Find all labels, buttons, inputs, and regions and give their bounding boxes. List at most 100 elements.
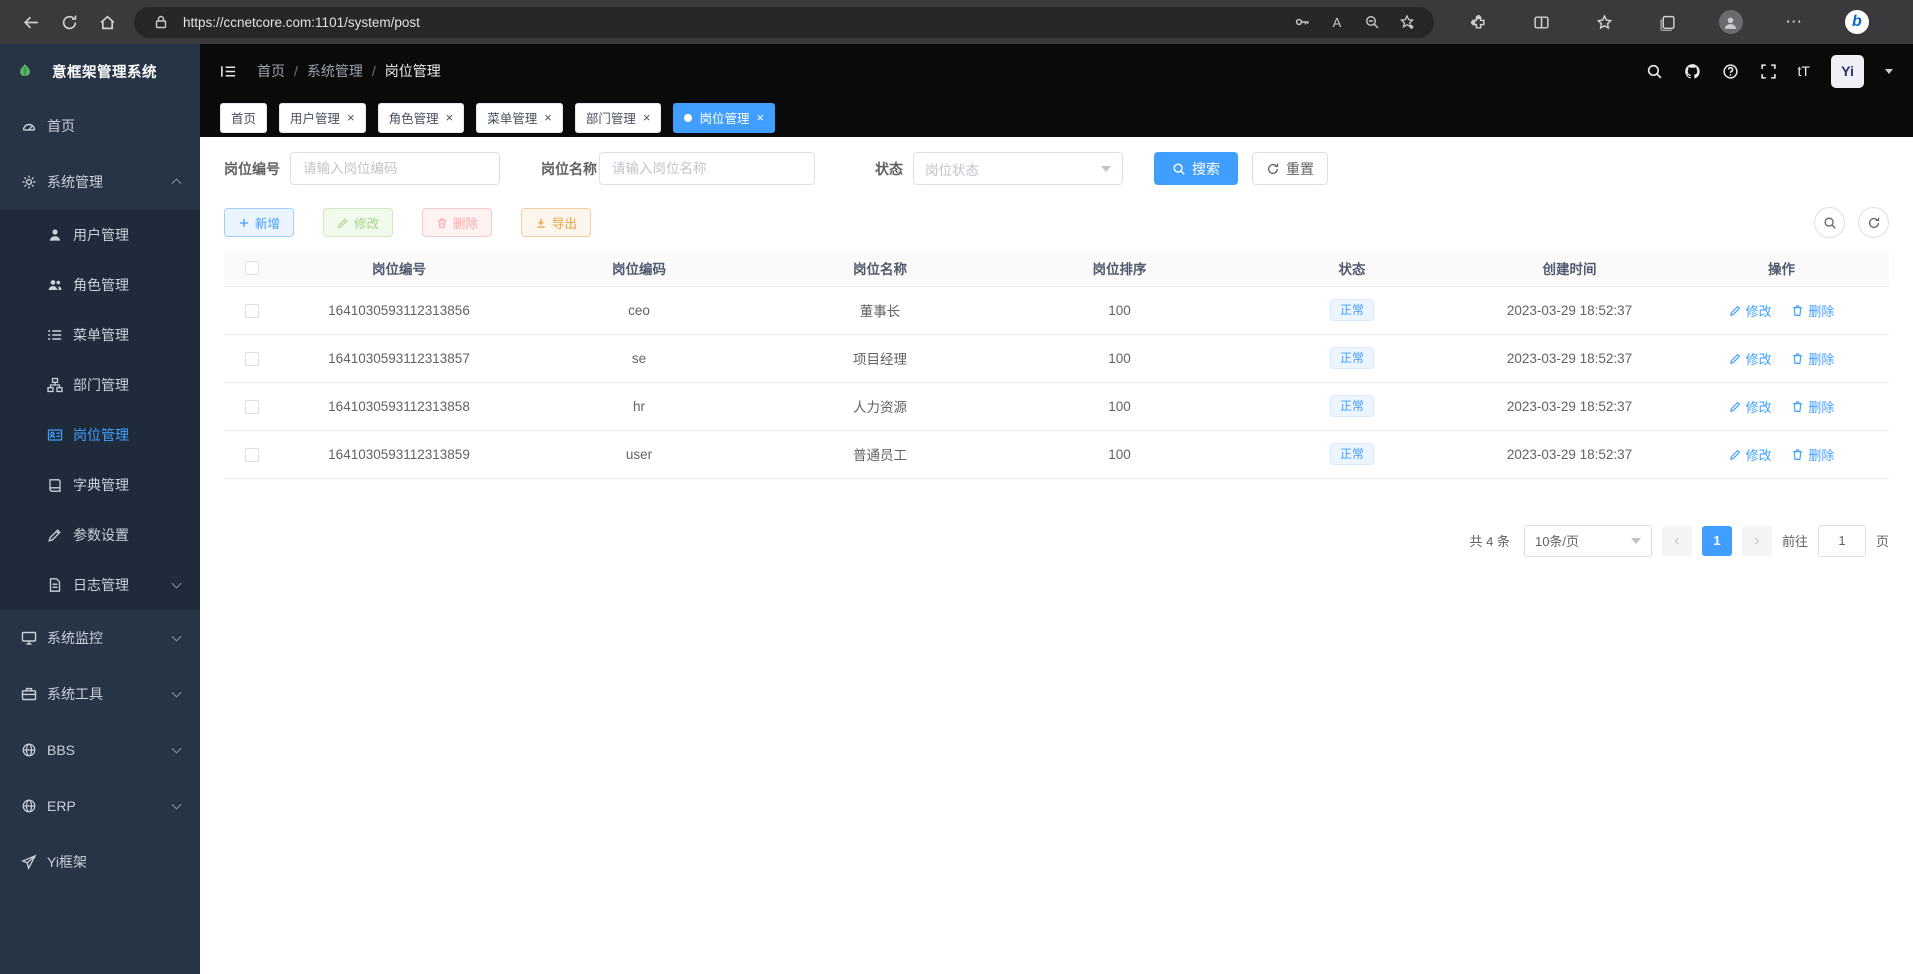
export-button[interactable]: 导出 <box>521 208 591 237</box>
row-edit-link[interactable]: 修改 <box>1729 445 1772 464</box>
cell-post-code: se <box>518 334 760 382</box>
table-row[interactable]: 1641030593112313856 ceo 董事长 100 正常 2023-… <box>224 286 1889 334</box>
tab-user-management[interactable]: 用户管理 <box>279 103 366 133</box>
collapse-sidebar-icon[interactable] <box>220 63 237 80</box>
fullscreen-icon[interactable] <box>1760 63 1777 80</box>
current-page-button[interactable]: 1 <box>1702 526 1732 556</box>
sidebar-item-home[interactable]: 首页 <box>0 98 200 154</box>
home-icon[interactable] <box>88 5 126 39</box>
back-icon[interactable] <box>12 5 50 39</box>
add-favorite-icon[interactable] <box>1394 9 1420 35</box>
sidebar-item-bbs[interactable]: BBS <box>0 722 200 778</box>
tab-post-management[interactable]: 岗位管理 <box>673 103 775 133</box>
row-edit-link[interactable]: 修改 <box>1729 397 1772 416</box>
row-checkbox[interactable] <box>245 448 259 462</box>
search-icon[interactable] <box>1646 63 1663 80</box>
sidebar-item-department-management[interactable]: 部门管理 <box>0 360 200 410</box>
sidebar-item-yi-framework[interactable]: Yi框架 <box>0 834 200 890</box>
favorites-icon[interactable] <box>1585 5 1623 39</box>
row-delete-link[interactable]: 删除 <box>1791 397 1834 416</box>
collections-icon[interactable] <box>1649 5 1687 39</box>
table-row[interactable]: 1641030593112313859 user 普通员工 100 正常 202… <box>224 430 1889 478</box>
row-checkbox[interactable] <box>245 304 259 318</box>
close-icon[interactable] <box>544 111 552 124</box>
sidebar-item-label: Yi框架 <box>47 852 87 872</box>
help-icon[interactable] <box>1722 63 1739 80</box>
sidebar-item-system-management[interactable]: 系统管理 <box>0 154 200 210</box>
sidebar-item-dictionary-management[interactable]: 字典管理 <box>0 460 200 510</box>
profile-avatar[interactable] <box>1712 5 1750 39</box>
sidebar-item-menu-management[interactable]: 菜单管理 <box>0 310 200 360</box>
show-search-icon[interactable] <box>1814 207 1845 238</box>
add-button[interactable]: 新增 <box>224 208 294 237</box>
sidebar-item-system-tools[interactable]: 系统工具 <box>0 666 200 722</box>
extensions-icon[interactable] <box>1459 5 1497 39</box>
next-page-button[interactable] <box>1742 526 1772 556</box>
table-row[interactable]: 1641030593112313858 hr 人力资源 100 正常 2023-… <box>224 382 1889 430</box>
post-name-input[interactable] <box>599 152 815 185</box>
url-text[interactable]: https://ccnetcore.com:1101/system/post <box>183 15 420 30</box>
prev-page-button[interactable] <box>1662 526 1692 556</box>
tab-label: 部门管理 <box>586 108 636 127</box>
globe-icon <box>20 798 37 815</box>
status-badge: 正常 <box>1330 347 1374 369</box>
goto-page-input[interactable] <box>1818 525 1866 557</box>
reset-button[interactable]: 重置 <box>1252 152 1328 185</box>
sidebar-item-erp[interactable]: ERP <box>0 778 200 834</box>
column-header: 岗位编码 <box>518 250 760 286</box>
tab-menu-management[interactable]: 菜单管理 <box>476 103 563 133</box>
refresh-icon[interactable] <box>50 5 88 39</box>
gear-icon <box>20 174 37 191</box>
user-avatar[interactable]: Yi <box>1831 55 1864 88</box>
sidebar-item-parameter-settings[interactable]: 参数设置 <box>0 510 200 560</box>
zoom-out-icon[interactable] <box>1359 9 1385 35</box>
split-screen-icon[interactable] <box>1522 5 1560 39</box>
breadcrumb-system[interactable]: 系统管理 <box>285 61 363 81</box>
sidebar-item-user-management[interactable]: 用户管理 <box>0 210 200 260</box>
row-edit-link[interactable]: 修改 <box>1729 301 1772 320</box>
refresh-table-icon[interactable] <box>1858 207 1889 238</box>
sidebar-item-log-management[interactable]: 日志管理 <box>0 560 200 610</box>
text-size-icon[interactable]: tT <box>1798 63 1810 79</box>
row-delete-link[interactable]: 删除 <box>1791 301 1834 320</box>
table-row[interactable]: 1641030593112313857 se 项目经理 100 正常 2023-… <box>224 334 1889 382</box>
key-icon[interactable] <box>1289 9 1315 35</box>
more-options-icon[interactable]: ⋯ <box>1775 5 1813 39</box>
close-icon[interactable] <box>446 111 454 124</box>
bing-icon[interactable]: b <box>1838 5 1876 39</box>
dropdown-caret-icon[interactable] <box>1885 69 1893 74</box>
tab-role-management[interactable]: 角色管理 <box>378 103 465 133</box>
sidebar-item-role-management[interactable]: 角色管理 <box>0 260 200 310</box>
select-all-checkbox[interactable] <box>245 261 259 275</box>
cell-post-sort: 100 <box>1000 286 1239 334</box>
search-button[interactable]: 搜索 <box>1154 152 1238 185</box>
cell-post-id: 1641030593112313856 <box>280 286 518 334</box>
row-edit-link[interactable]: 修改 <box>1729 349 1772 368</box>
close-icon[interactable] <box>756 111 764 124</box>
send-icon <box>20 854 37 871</box>
page-size-select[interactable]: 10条/页 <box>1524 525 1652 557</box>
sidebar-item-system-monitoring[interactable]: 系统监控 <box>0 610 200 666</box>
delete-button[interactable]: 删除 <box>422 208 492 237</box>
row-checkbox[interactable] <box>245 400 259 414</box>
dashboard-icon <box>20 118 37 135</box>
github-icon[interactable] <box>1684 63 1701 80</box>
post-code-input[interactable] <box>290 152 500 185</box>
tab-home[interactable]: 首页 <box>220 103 267 133</box>
breadcrumb-home[interactable]: 首页 <box>257 61 285 81</box>
status-select[interactable]: 岗位状态 <box>913 152 1123 185</box>
read-aloud-icon[interactable]: A <box>1324 9 1350 35</box>
row-checkbox[interactable] <box>245 352 259 366</box>
row-delete-link[interactable]: 删除 <box>1791 445 1834 464</box>
chevron-up-icon <box>172 178 182 188</box>
close-icon[interactable] <box>347 111 355 124</box>
chevron-down-icon <box>172 744 182 754</box>
address-bar[interactable]: https://ccnetcore.com:1101/system/post A <box>134 7 1434 38</box>
row-delete-link[interactable]: 删除 <box>1791 349 1834 368</box>
cell-post-sort: 100 <box>1000 430 1239 478</box>
tab-department-management[interactable]: 部门管理 <box>575 103 662 133</box>
close-icon[interactable] <box>643 111 651 124</box>
edit-button[interactable]: 修改 <box>323 208 393 237</box>
chevron-down-icon <box>172 579 182 589</box>
sidebar-item-post-management[interactable]: 岗位管理 <box>0 410 200 460</box>
